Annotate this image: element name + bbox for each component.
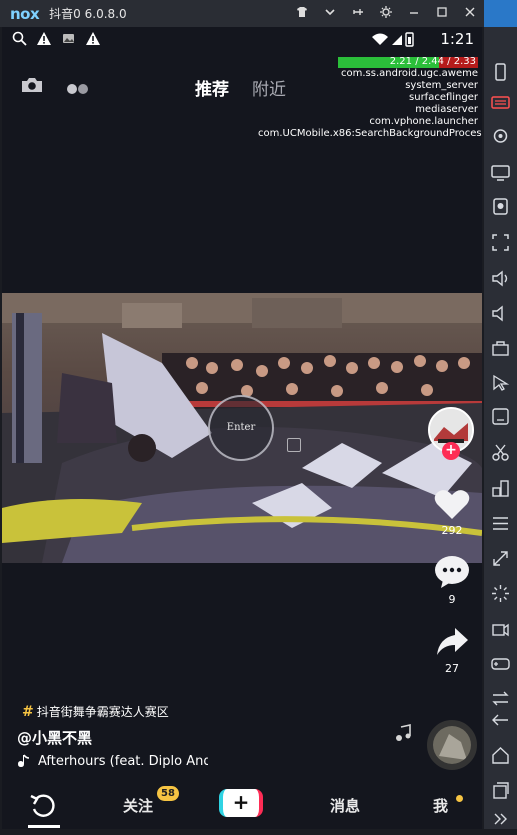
like-count: 292 <box>441 524 463 537</box>
hashtag-text: 抖音街舞争霸赛达人赛区 <box>36 705 169 719</box>
edit-icon[interactable] <box>287 438 301 452</box>
author-name[interactable]: @小黑不黑 <box>17 727 92 748</box>
hashtag-icon: # <box>22 703 34 720</box>
status-left-icons <box>12 31 101 50</box>
comment-count: 9 <box>448 593 456 606</box>
window-controls <box>288 0 484 27</box>
volume-down-icon[interactable] <box>490 303 511 324</box>
home-tab-indicator <box>28 825 60 828</box>
home-icon[interactable] <box>490 745 511 766</box>
like-action[interactable]: 292 <box>424 487 480 537</box>
window-title: 抖音0 6.0.8.0 <box>49 7 127 21</box>
resize-icon[interactable] <box>490 548 511 569</box>
tab-me[interactable]: 我 <box>433 795 448 816</box>
share-action[interactable]: 27 <box>424 625 480 675</box>
follow-plus-button[interactable]: + <box>442 442 460 460</box>
fullscreen-icon[interactable] <box>490 232 511 253</box>
song-marquee[interactable]: Afterhours (feat. Diplo And <box>18 754 208 772</box>
menu-icon[interactable] <box>490 513 511 534</box>
process-line: mediaserver <box>415 104 478 115</box>
tab-nearby[interactable]: 附近 <box>252 75 286 100</box>
hashtag-chip[interactable]: # 抖音街舞争霸赛达人赛区 <box>22 703 169 720</box>
emulator-title-bar: nox 抖音0 6.0.8.0 <box>0 0 484 27</box>
apk-install-icon[interactable] <box>490 406 511 427</box>
tiktok-note-icon <box>18 754 30 772</box>
location-icon[interactable] <box>490 127 511 148</box>
comment-action[interactable]: 9 <box>424 554 480 606</box>
keyboard-icon[interactable] <box>490 92 511 113</box>
sidebar-header <box>484 0 517 27</box>
process-line: com.vphone.launcher <box>369 116 478 127</box>
loading-icon[interactable] <box>490 583 511 604</box>
minimize-icon[interactable] <box>400 6 428 21</box>
status-bar: 1:21 <box>2 27 482 53</box>
multi-instance-icon[interactable] <box>490 478 511 499</box>
music-disc[interactable] <box>427 720 477 770</box>
warning-icon <box>85 31 101 50</box>
camera-icon[interactable] <box>20 76 44 94</box>
back-icon[interactable] <box>490 710 511 731</box>
macro-icon[interactable] <box>490 372 511 393</box>
song-title: Afterhours (feat. Diplo And <box>38 754 208 769</box>
volume-up-icon[interactable] <box>490 268 511 289</box>
share-icon[interactable] <box>424 625 480 662</box>
me-notification-dot <box>456 795 463 802</box>
chevron-down-icon[interactable] <box>316 6 344 21</box>
gamepad-icon[interactable] <box>490 653 511 674</box>
tab-recommend[interactable]: 推荐 <box>195 75 229 100</box>
create-post-button[interactable]: + <box>219 789 263 817</box>
comment-icon[interactable] <box>424 554 480 593</box>
emulator-sidebar <box>484 0 517 829</box>
warning-icon <box>36 31 52 50</box>
tab-messages[interactable]: 消息 <box>330 795 360 816</box>
video-record-icon[interactable] <box>490 619 511 640</box>
duet-dots-icon[interactable] <box>66 80 90 94</box>
gear-icon[interactable] <box>372 6 400 21</box>
following-badge: 58 <box>157 786 179 801</box>
cpu-load-bar: 2.21 / 2.44 / 2.33 <box>338 56 478 68</box>
toolbox-icon[interactable] <box>490 338 511 359</box>
signal-icons <box>370 31 420 51</box>
music-note-icon <box>394 724 412 746</box>
screen-icon[interactable] <box>490 162 511 183</box>
search-icon <box>12 31 27 50</box>
maximize-icon[interactable] <box>428 6 456 21</box>
image-icon <box>61 31 76 50</box>
recent-apps-icon[interactable] <box>490 780 511 801</box>
bottom-nav: 关注 58 + 消息 我 <box>2 783 482 829</box>
collapse-icon[interactable] <box>490 808 511 829</box>
shirt-icon[interactable] <box>288 6 316 21</box>
close-icon[interactable] <box>456 6 484 21</box>
feed-top-nav: 推荐 附近 <box>2 72 482 102</box>
refresh-icon[interactable] <box>28 791 58 821</box>
sync-icon[interactable] <box>490 688 511 709</box>
share-count: 27 <box>445 662 459 675</box>
process-line: com.UCMobile.x86:SearchBackgroundProcess <box>258 128 482 139</box>
heart-icon[interactable] <box>424 487 480 524</box>
enter-button[interactable]: Enter <box>208 395 274 461</box>
pin-icon[interactable] <box>344 6 372 21</box>
nox-logo: nox <box>10 4 40 23</box>
cpu-load-text: 2.21 / 2.44 / 2.33 <box>389 56 476 67</box>
phone-rotate-icon[interactable] <box>490 62 511 83</box>
scissors-icon[interactable] <box>490 442 511 463</box>
status-time: 1:21 <box>440 30 474 48</box>
tab-following[interactable]: 关注 <box>123 795 153 816</box>
phone-screen: 1:21 2.21 / 2.44 / 2.33 com.ss.android.u… <box>2 27 482 829</box>
screenshot-icon[interactable] <box>490 196 511 217</box>
